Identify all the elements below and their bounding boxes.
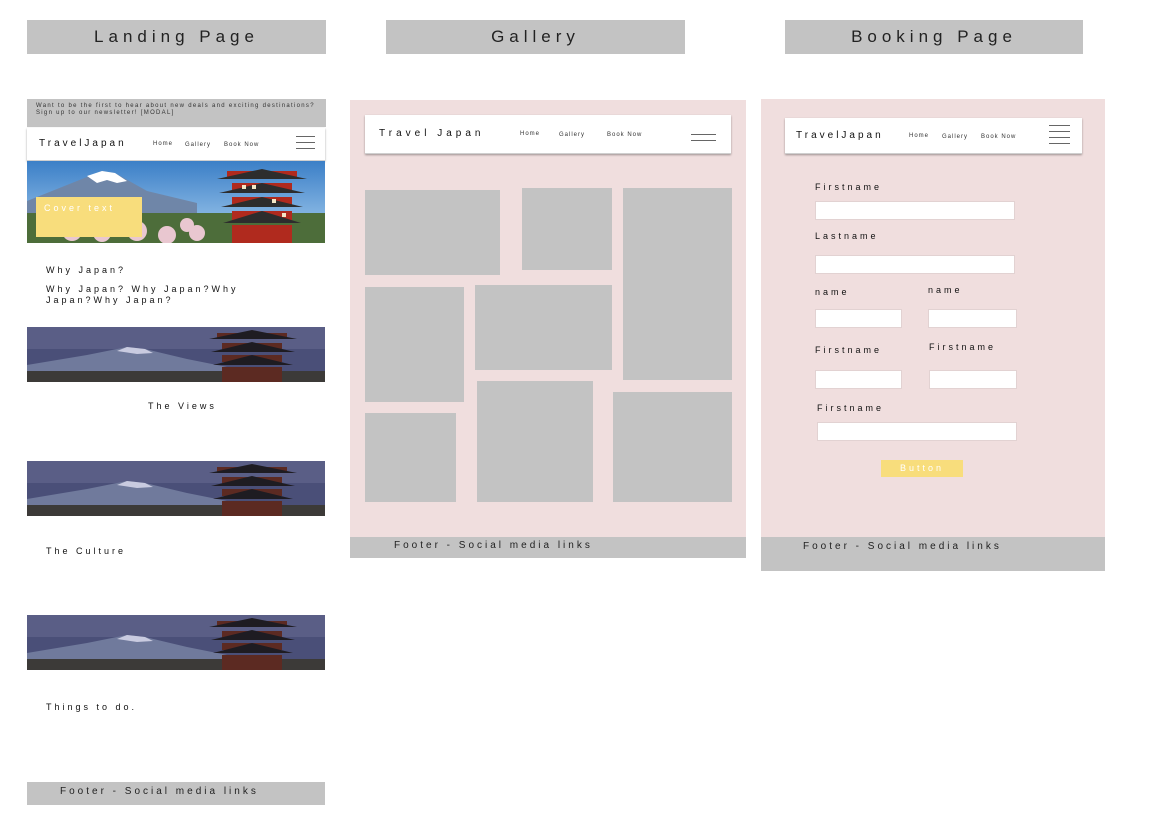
booking-page-title: Booking Page <box>785 20 1083 54</box>
landing-nav-gallery[interactable]: Gallery <box>185 142 211 148</box>
firstname-label-bottom: Firstname <box>817 403 885 413</box>
culture-image <box>27 461 325 516</box>
gallery-nav-gallery[interactable]: Gallery <box>559 132 585 138</box>
why-japan-body: Why Japan? Why Japan?Why Japan?Why Japan… <box>46 284 239 305</box>
landing-nav-home[interactable]: Home <box>153 141 173 147</box>
booking-footer-text[interactable]: Footer - Social media links <box>803 541 1002 552</box>
booking-navbar: TravelJapan Home Gallery Book Now <box>785 118 1082 154</box>
landing-page-title-text: Landing Page <box>94 27 259 46</box>
landing-hamburger-icon[interactable] <box>296 136 315 154</box>
landing-navbar: TravelJapan Home Gallery Book Now <box>27 128 325 161</box>
booking-nav-home[interactable]: Home <box>909 133 929 139</box>
gallery-footer-text[interactable]: Footer - Social media links <box>394 540 593 551</box>
firstname-input-left[interactable] <box>815 370 902 389</box>
dusk-fuji-pagoda-illustration <box>27 461 325 516</box>
dusk-fuji-pagoda-illustration <box>27 615 325 670</box>
the-culture-heading: The Culture <box>46 546 127 556</box>
booking-page-frame <box>761 99 1105 571</box>
gallery-image[interactable] <box>365 190 500 275</box>
firstname-input-bottom[interactable] <box>817 422 1017 441</box>
things-to-do-image <box>27 615 325 670</box>
landing-brand-logo[interactable]: TravelJapan <box>39 138 127 149</box>
name-label-left: name <box>815 287 850 297</box>
firstname-input[interactable] <box>815 201 1015 220</box>
why-japan-heading: Why Japan? <box>46 265 127 275</box>
firstname-label-right: Firstname <box>929 342 997 352</box>
lastname-input[interactable] <box>815 255 1015 274</box>
gallery-brand-logo[interactable]: Travel Japan <box>379 128 484 139</box>
gallery-footer: Footer - Social media links <box>350 537 746 558</box>
dusk-fuji-pagoda-illustration <box>27 327 325 382</box>
booking-brand-logo[interactable]: TravelJapan <box>796 130 884 141</box>
newsletter-banner-text: Want to be the first to hear about new d… <box>36 103 315 116</box>
booking-nav-book-now[interactable]: Book Now <box>981 134 1016 140</box>
gallery-page-title-text: Gallery <box>491 27 580 46</box>
gallery-nav-home[interactable]: Home <box>520 131 540 137</box>
name-input-left[interactable] <box>815 309 902 328</box>
the-views-heading: The Views <box>148 401 217 411</box>
firstname-label-left: Firstname <box>815 345 883 355</box>
firstname-label: Firstname <box>815 182 883 192</box>
gallery-page-title: Gallery <box>386 20 685 54</box>
booking-nav-gallery[interactable]: Gallery <box>942 134 968 140</box>
landing-hero-image: Cover text <box>27 161 325 243</box>
landing-footer-text[interactable]: Footer - Social media links <box>60 786 259 797</box>
gallery-image[interactable] <box>522 188 612 270</box>
things-to-do-heading: Things to do. <box>46 702 138 712</box>
submit-button[interactable]: Button <box>881 460 963 477</box>
gallery-nav-book-now[interactable]: Book Now <box>607 132 642 138</box>
firstname-input-right[interactable] <box>929 370 1017 389</box>
gallery-image[interactable] <box>623 188 732 380</box>
gallery-image[interactable] <box>613 392 732 502</box>
gallery-navbar: Travel Japan Home Gallery Book Now <box>365 115 731 154</box>
name-input-right[interactable] <box>928 309 1017 328</box>
gallery-image[interactable] <box>365 287 464 402</box>
booking-footer: Footer - Social media links <box>761 537 1105 571</box>
newsletter-banner[interactable]: Want to be the first to hear about new d… <box>27 99 326 127</box>
landing-nav-book-now[interactable]: Book Now <box>224 142 259 148</box>
gallery-image[interactable] <box>365 413 456 502</box>
booking-hamburger-icon[interactable] <box>1049 125 1070 149</box>
gallery-image[interactable] <box>475 285 612 370</box>
landing-footer: Footer - Social media links <box>27 782 325 805</box>
gallery-image[interactable] <box>477 381 593 502</box>
views-image <box>27 327 325 382</box>
gallery-hamburger-icon[interactable] <box>691 134 716 146</box>
lastname-label: Lastname <box>815 231 879 241</box>
landing-page-title: Landing Page <box>27 20 326 54</box>
name-label-right: name <box>928 285 963 295</box>
hero-cover-box: Cover text <box>36 197 142 237</box>
hero-cover-text: Cover text <box>44 203 116 213</box>
submit-button-label: Button <box>899 463 945 473</box>
booking-page-title-text: Booking Page <box>851 27 1017 46</box>
